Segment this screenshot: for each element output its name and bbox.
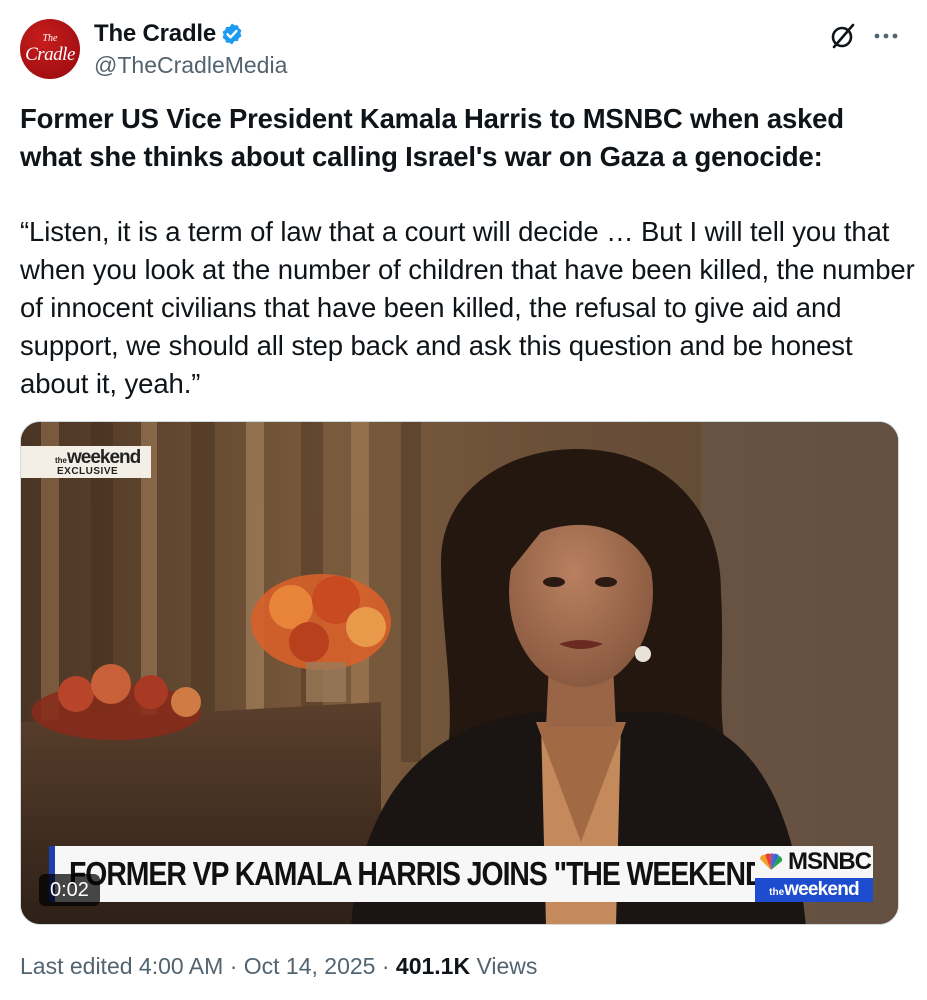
lower-third: FORMER VP KAMALA HARRIS JOINS "THE WEEKE… [49, 846, 873, 902]
more-icon[interactable] [872, 26, 900, 46]
show-logo: theweekend [755, 878, 873, 902]
views-label: Views [470, 953, 538, 979]
video-timer: 0:02 [39, 874, 100, 906]
author-name[interactable]: The Cradle [94, 20, 216, 48]
verified-badge-icon [222, 23, 242, 45]
views-count: 401.1K [395, 953, 471, 979]
show-small: the [769, 887, 785, 898]
video-player[interactable]: theweekend EXCLUSIVE FORMER VP KAMALA HA… [20, 421, 899, 925]
lower-third-text: FORMER VP KAMALA HARRIS JOINS "THE WEEKE… [69, 855, 778, 892]
edited-time[interactable]: Last edited 4:00 AM [20, 953, 223, 979]
avatar-text-top: The [42, 33, 58, 44]
show-name: weekend [784, 879, 859, 900]
peacock-icon [759, 853, 783, 870]
post-title: Former US Vice President Kamala Harris t… [20, 103, 844, 172]
meta-separator: · [223, 953, 244, 979]
post-date[interactable]: Oct 14, 2025 [244, 953, 376, 979]
avatar[interactable]: The Cradle [20, 19, 80, 79]
avatar-text-main: Cradle [25, 44, 75, 65]
network-name: MSNBC [788, 848, 872, 875]
post-meta: Last edited 4:00 AM · Oct 14, 2025 · 401… [20, 953, 537, 980]
exclusive-badge: theweekend EXCLUSIVE [21, 446, 151, 478]
post-header: The Cradle The Cradle @TheCradleMedia [0, 0, 927, 95]
exclusive-label: EXCLUSIVE [57, 466, 119, 477]
exclusive-brand: weekend [67, 447, 141, 468]
network-logo: MSNBC theweekend [755, 846, 873, 902]
author-handle[interactable]: @TheCradleMedia [94, 52, 287, 79]
meta-separator: · [375, 953, 396, 979]
post-quote: “Listen, it is a term of law that a cour… [20, 216, 915, 399]
grok-icon[interactable] [829, 22, 857, 50]
exclusive-brand-small: the [55, 456, 67, 465]
